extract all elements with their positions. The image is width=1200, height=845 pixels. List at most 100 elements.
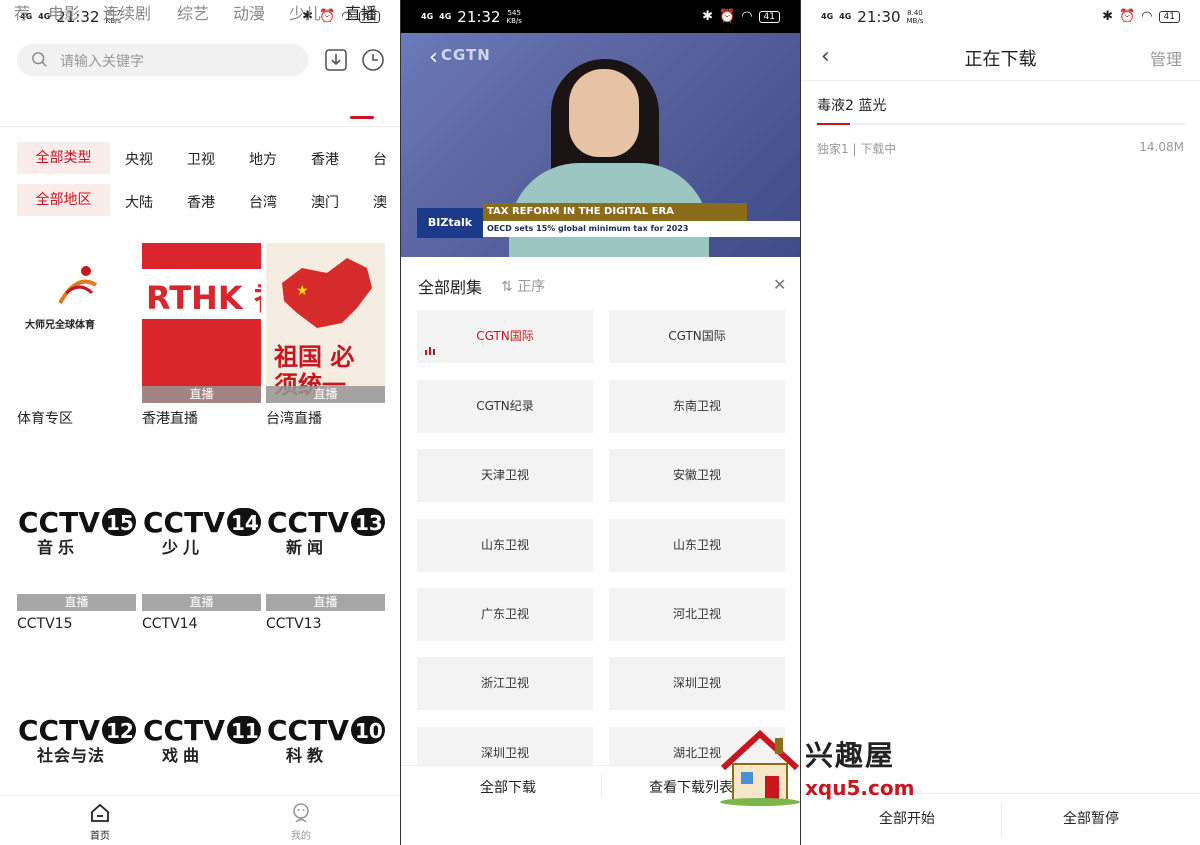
channel-tile[interactable]: CCTV 13 新闻 直播 CCTV13	[266, 494, 385, 632]
battery-icon: 41	[1158, 10, 1180, 23]
cctv-subtitle: 少儿	[162, 538, 205, 557]
show-badge: BIZtalk	[417, 208, 483, 238]
alarm-icon: ⏰	[1119, 9, 1136, 24]
filter-local[interactable]: 地方	[249, 149, 277, 169]
filter-taiwan[interactable]: 台	[373, 149, 387, 169]
filter-region-hongkong[interactable]: 香港	[187, 192, 215, 212]
subline: OECD sets 15% global minimum tax for 202…	[483, 221, 800, 237]
panel-downloading: 4G 4G 21:30 8.40 MB/s ✱ ⏰ ◠ 41 ‹ 正在下载 管理 …	[801, 0, 1200, 845]
alarm-icon: ⏰	[719, 9, 736, 24]
tab-series[interactable]: 连续剧	[103, 0, 151, 24]
episode-item[interactable]: 山东卫视	[417, 519, 593, 572]
episode-item[interactable]: 山东卫视	[609, 519, 785, 572]
channel-thumbnail: 大师兄全球体育	[17, 243, 136, 403]
tab-live[interactable]: 直播	[345, 0, 377, 24]
history-icon[interactable]	[360, 47, 386, 73]
channel-tile[interactable]: CCTV 14 少儿 直播 CCTV14	[142, 494, 261, 632]
search-placeholder: 请输入关键字	[60, 54, 144, 70]
status-bar: 4G 4G 21:32 545 KB/s ✱ ⏰ ◠ 41	[401, 0, 800, 33]
filter-region-more[interactable]: 澳	[373, 192, 387, 212]
pause-all-button[interactable]: 全部暂停	[1063, 808, 1119, 828]
channel-logo: CGTN	[441, 46, 491, 64]
sort-icon: ⇅	[501, 279, 518, 295]
channel-thumbnail: CCTV 13 新闻 直播	[266, 494, 385, 611]
filter-region-taiwan[interactable]: 台湾	[249, 192, 277, 212]
episode-item[interactable]: CGTN国际	[609, 310, 785, 363]
divider	[0, 126, 400, 127]
episode-item[interactable]: CGTN纪录	[417, 380, 593, 433]
download-all-button[interactable]: 全部下载	[480, 777, 536, 797]
episode-item[interactable]: 浙江卫视	[417, 657, 593, 710]
channel-title: CCTV15	[17, 616, 73, 632]
live-label: 直播	[17, 594, 136, 611]
manage-button[interactable]: 管理	[1150, 46, 1182, 70]
svg-text:14: 14	[231, 511, 259, 535]
filter-satellite[interactable]: 卫视	[187, 149, 215, 169]
battery-icon: 41	[758, 10, 780, 23]
filter-all-regions[interactable]: 全部地区	[17, 184, 110, 216]
tab-recommend[interactable]: 荐	[14, 0, 30, 24]
cctv-subtitle: 新闻	[286, 538, 329, 557]
watermark-text: 兴趣屋	[805, 739, 896, 772]
channel-thumbnail: CCTV 14 少儿 直播	[142, 494, 261, 611]
start-all-button[interactable]: 全部开始	[879, 808, 935, 828]
bluetooth-icon: ✱	[702, 9, 714, 24]
live-label: 直播	[266, 594, 385, 611]
download-progress	[817, 123, 1185, 125]
channel-tile[interactable]: RTHK 香港電台 直播 香港直播	[142, 243, 261, 428]
close-icon[interactable]: ✕	[773, 275, 786, 294]
episode-item[interactable]: CGTN国际	[417, 310, 593, 363]
signal-label: 4G	[421, 12, 434, 21]
bottom-nav: 首页 我的	[0, 795, 400, 845]
episode-item[interactable]: 深圳卫视	[609, 657, 785, 710]
watermark-url: xqu5.com	[805, 776, 915, 800]
video-player[interactable]: ‹ CGTN BIZtalk TAX REFORM IN THE DIGITAL…	[401, 33, 800, 257]
channel-tile[interactable]: CCTV 11 戏曲	[142, 702, 261, 782]
cctv-subtitle: 社会与法	[37, 746, 106, 765]
wifi-icon: ◠	[741, 9, 753, 24]
nav-home[interactable]: 首页	[70, 802, 130, 842]
net-speed: 545 KB/s	[506, 9, 522, 25]
channel-tile[interactable]: CCTV 10 科教	[266, 702, 385, 782]
episode-item[interactable]: 安徽卫视	[609, 449, 785, 502]
divider	[801, 80, 1200, 81]
channel-title: 体育专区	[17, 411, 73, 427]
channel-tile[interactable]: CCTV 12 社会与法	[17, 702, 136, 782]
channel-tile[interactable]: CCTV 15 音乐 直播 CCTV15	[17, 494, 136, 632]
bluetooth-icon: ✱	[1102, 9, 1114, 24]
status-bar: 4G 4G 21:30 8.40 MB/s ✱ ⏰ ◠ 41	[801, 0, 1200, 33]
sort-toggle[interactable]: ⇅ 正序	[501, 276, 545, 296]
tab-anime[interactable]: 动漫	[233, 0, 265, 24]
download-title[interactable]: 毒液2 蓝光	[817, 95, 886, 115]
episode-item[interactable]: 河北卫视	[609, 588, 785, 641]
svg-text:★: ★	[296, 283, 309, 299]
live-label: 直播	[142, 594, 261, 611]
episodes-title: 全部剧集	[418, 278, 483, 297]
download-icon[interactable]	[323, 47, 349, 73]
filter-macau[interactable]: 澳门	[311, 192, 339, 212]
episode-item[interactable]: 天津卫视	[417, 449, 593, 502]
channel-thumbnail: CCTV 11 戏曲	[142, 702, 261, 782]
search-input[interactable]: 请输入关键字	[17, 44, 308, 76]
nav-mine[interactable]: 我的	[271, 802, 331, 842]
filter-mainland[interactable]: 大陆	[125, 192, 153, 212]
tab-movie[interactable]: 电影	[48, 0, 80, 24]
profile-icon	[293, 803, 309, 823]
download-size: 14.08M	[1139, 140, 1184, 154]
cctv-subtitle: 音乐	[37, 538, 80, 557]
download-status: 独家1 | 下载中	[817, 142, 897, 156]
headline: TAX REFORM IN THE DIGITAL ERA	[483, 203, 747, 221]
download-progress-fill	[817, 123, 851, 125]
video-frame	[569, 69, 639, 157]
map-icon: ★	[282, 258, 372, 328]
filter-all-types[interactable]: 全部类型	[17, 142, 110, 174]
channel-tile[interactable]: 大师兄全球体育 体育专区	[17, 243, 136, 428]
back-icon[interactable]: ‹	[429, 45, 438, 70]
episode-item[interactable]: 广东卫视	[417, 588, 593, 641]
tab-variety[interactable]: 综艺	[177, 0, 209, 24]
filter-cctv[interactable]: 央视	[125, 149, 153, 169]
tab-kids[interactable]: 少儿	[289, 0, 321, 24]
channel-tile[interactable]: ★ 祖国 必须统一 直播 台湾直播	[266, 243, 385, 428]
episode-item[interactable]: 东南卫视	[609, 380, 785, 433]
filter-hongkong[interactable]: 香港	[311, 149, 339, 169]
